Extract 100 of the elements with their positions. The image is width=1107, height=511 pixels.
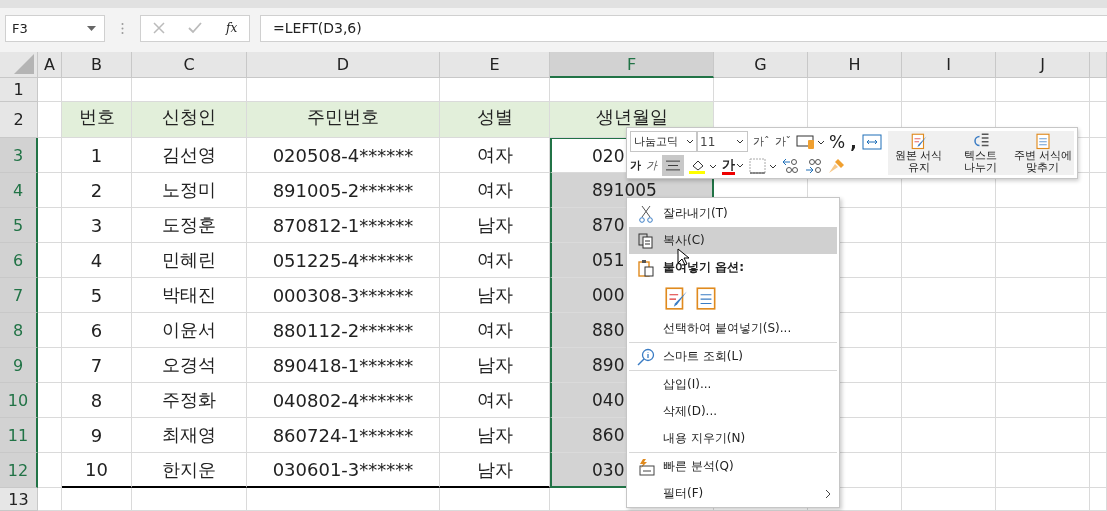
column-heading: 성별 <box>440 102 550 138</box>
check-icon[interactable] <box>188 22 203 34</box>
table-cell: 040802-4****** <box>247 383 440 418</box>
row-header[interactable]: 3 <box>0 138 38 173</box>
row-header[interactable]: 5 <box>0 208 38 243</box>
grow-font-button[interactable]: 가ˆ <box>753 134 770 149</box>
clipboard-icon <box>1033 132 1052 150</box>
empty-cell <box>38 383 62 418</box>
table-cell: 030601-3****** <box>247 453 440 488</box>
row-header[interactable]: 12 <box>0 453 38 488</box>
column-heading: 주민번호 <box>247 102 440 138</box>
row-header[interactable]: 8 <box>0 313 38 348</box>
table-cell: 860724-1****** <box>247 418 440 453</box>
paste-option-button[interactable]: 원본 서식 유지 <box>887 132 950 174</box>
empty-cell <box>1090 348 1107 383</box>
decrease-decimal-icon[interactable] <box>805 156 823 175</box>
column-heading: 번호 <box>62 102 132 138</box>
caret-icon <box>87 25 96 31</box>
table-cell: 870812-1****** <box>247 208 440 243</box>
formula-field[interactable]: =LEFT(D3,6) <box>260 14 1107 42</box>
column-header[interactable]: A <box>38 52 62 78</box>
row-header[interactable]: 6 <box>0 243 38 278</box>
table-cell: 4 <box>62 243 132 278</box>
row-header[interactable]: 10 <box>0 383 38 418</box>
row-header[interactable]: 1 <box>0 78 38 102</box>
column-header[interactable]: E <box>440 52 550 78</box>
row-header[interactable]: 13 <box>0 488 38 511</box>
empty-cell <box>38 313 62 348</box>
row-header[interactable]: 2 <box>0 102 38 138</box>
font-size-dropdown[interactable]: 11 <box>696 131 748 152</box>
table-cell: 3 <box>62 208 132 243</box>
caret-icon[interactable] <box>736 163 744 168</box>
column-header[interactable]: G <box>714 52 808 78</box>
empty-cell <box>1090 173 1107 208</box>
table-cell: 오경석 <box>132 348 247 383</box>
caret-icon <box>736 139 744 144</box>
table-cell: 051225-4****** <box>247 243 440 278</box>
borders-icon[interactable] <box>749 157 777 174</box>
column-header[interactable]: I <box>902 52 996 78</box>
font-dropdown[interactable]: 나눔고딕 <box>630 131 698 152</box>
row-header[interactable]: 11 <box>0 418 38 453</box>
empty-cell <box>62 488 132 511</box>
table-cell: 도정훈 <box>132 208 247 243</box>
comma-style-button[interactable]: , <box>850 131 857 152</box>
table-cell: 김선영 <box>132 138 247 173</box>
format-painter-icon[interactable] <box>828 156 846 175</box>
italic-button[interactable]: 가 <box>646 158 657 173</box>
empty-cell <box>38 418 62 453</box>
shrink-font-button[interactable]: 가ˇ <box>774 134 791 149</box>
scissors-icon <box>639 204 653 223</box>
align-center-button[interactable] <box>662 155 684 176</box>
empty-cell <box>1090 453 1107 488</box>
font-color-button[interactable]: 가 <box>722 156 735 175</box>
menu-item[interactable]: 빠른 분석(Q) <box>629 452 837 480</box>
paste-option-button[interactable]: 주변 서식에 맞추기 <box>1011 132 1074 174</box>
empty-cell <box>1090 418 1107 453</box>
column-header[interactable]: D <box>247 52 440 78</box>
table-cell: 880112-2****** <box>247 313 440 348</box>
table-cell: 890418-1****** <box>247 348 440 383</box>
menu-item[interactable]: 스마트 조회(L) <box>629 342 837 370</box>
menu-item[interactable]: 삽입(I)... <box>629 370 837 398</box>
empty-cell <box>1090 488 1107 511</box>
column-header[interactable]: H <box>808 52 902 78</box>
grip-icon <box>121 21 124 35</box>
empty-cell <box>1090 243 1107 278</box>
bold-button[interactable]: 가 <box>630 158 641 173</box>
table-cell: 여자 <box>440 138 550 173</box>
table-cell: 020508-4****** <box>247 138 440 173</box>
wrap-merge-icon[interactable] <box>861 133 882 150</box>
table-cell: 최재영 <box>132 418 247 453</box>
clipboard-icon <box>638 258 654 277</box>
column-header[interactable]: C <box>132 52 247 78</box>
table-cell: 1 <box>62 138 132 173</box>
paste-option-button[interactable]: 텍스트 나누기 <box>949 132 1012 174</box>
name-box[interactable]: F3 <box>5 14 105 42</box>
column-header[interactable]: B <box>62 52 132 78</box>
chevron-icon <box>825 488 831 499</box>
empty-cell <box>1090 278 1107 313</box>
empty-cell <box>1090 313 1107 348</box>
table-cell: 10 <box>62 453 132 488</box>
row-header[interactable]: 7 <box>0 278 38 313</box>
table-cell: 한지운 <box>132 453 247 488</box>
row-header[interactable]: 9 <box>0 348 38 383</box>
cancel-icon[interactable] <box>152 22 165 34</box>
table-cell: 2 <box>62 173 132 208</box>
menu-item[interactable]: 복사(C) <box>629 227 837 254</box>
table-cell: 이윤서 <box>132 313 247 348</box>
caret-icon <box>686 139 694 144</box>
insert-function-button[interactable]: fx <box>226 21 238 35</box>
increase-decimal-icon[interactable] <box>782 156 800 175</box>
number-format-icon[interactable] <box>796 133 824 150</box>
table-cell: 주정화 <box>132 383 247 418</box>
table-cell: 박태진 <box>132 278 247 313</box>
column-header[interactable]: J <box>996 52 1090 78</box>
row-header[interactable]: 4 <box>0 173 38 208</box>
percent-button[interactable]: % <box>829 131 846 152</box>
table-cell: 민혜린 <box>132 243 247 278</box>
column-header[interactable]: F <box>550 52 714 78</box>
smart-lookup-icon <box>637 347 655 366</box>
table-cell: 891005-2****** <box>247 173 440 208</box>
